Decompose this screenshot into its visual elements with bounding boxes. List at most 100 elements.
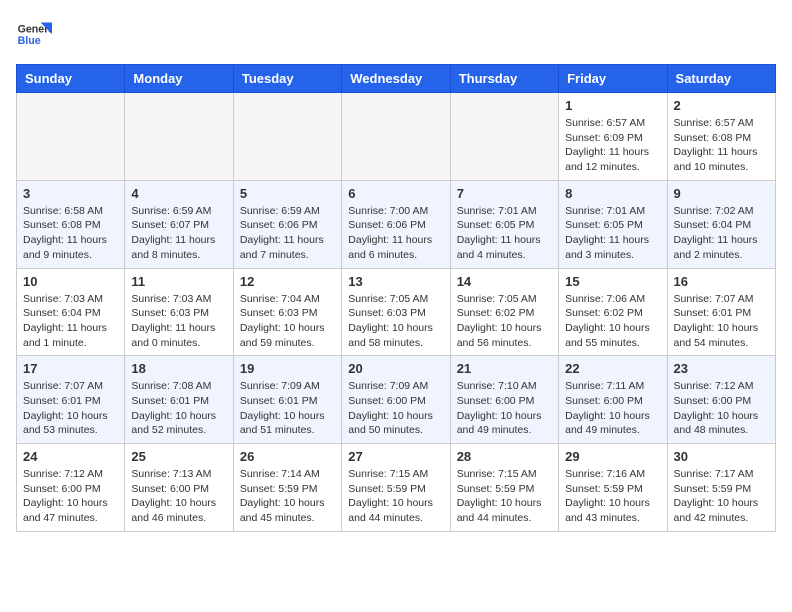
calendar-day-17: 17 Sunrise: 7:07 AMSunset: 6:01 PMDayligh… bbox=[17, 356, 125, 444]
day-number: 16 bbox=[674, 274, 769, 289]
day-info: Sunrise: 7:08 AMSunset: 6:01 PMDaylight:… bbox=[131, 379, 226, 438]
calendar-week-2: 3 Sunrise: 6:58 AMSunset: 6:08 PMDaylight… bbox=[17, 180, 776, 268]
calendar-day-29: 29 Sunrise: 7:16 AMSunset: 5:59 PMDayligh… bbox=[559, 444, 667, 532]
weekday-header-saturday: Saturday bbox=[667, 65, 775, 93]
day-info: Sunrise: 7:04 AMSunset: 6:03 PMDaylight:… bbox=[240, 292, 335, 351]
day-number: 14 bbox=[457, 274, 552, 289]
day-number: 20 bbox=[348, 361, 443, 376]
calendar-empty bbox=[125, 93, 233, 181]
svg-text:Blue: Blue bbox=[18, 35, 41, 47]
calendar-day-20: 20 Sunrise: 7:09 AMSunset: 6:00 PMDayligh… bbox=[342, 356, 450, 444]
weekday-header-tuesday: Tuesday bbox=[233, 65, 341, 93]
page-header: General Blue bbox=[16, 16, 776, 52]
day-info: Sunrise: 7:01 AMSunset: 6:05 PMDaylight:… bbox=[457, 204, 552, 263]
day-info: Sunrise: 7:15 AMSunset: 5:59 PMDaylight:… bbox=[457, 467, 552, 526]
weekday-header-thursday: Thursday bbox=[450, 65, 558, 93]
day-info: Sunrise: 7:02 AMSunset: 6:04 PMDaylight:… bbox=[674, 204, 769, 263]
calendar-day-6: 6 Sunrise: 7:00 AMSunset: 6:06 PMDaylight… bbox=[342, 180, 450, 268]
day-info: Sunrise: 7:06 AMSunset: 6:02 PMDaylight:… bbox=[565, 292, 660, 351]
calendar-day-24: 24Sunrise: 7:12 AMSunset: 6:00 PMDayligh… bbox=[17, 444, 125, 532]
calendar-day-3: 3 Sunrise: 6:58 AMSunset: 6:08 PMDaylight… bbox=[17, 180, 125, 268]
day-number: 10 bbox=[23, 274, 118, 289]
calendar-day-28: 28 Sunrise: 7:15 AMSunset: 5:59 PMDayligh… bbox=[450, 444, 558, 532]
day-number: 5 bbox=[240, 186, 335, 201]
logo: General Blue bbox=[16, 16, 52, 52]
calendar-day-14: 14 Sunrise: 7:05 AMSunset: 6:02 PMDayligh… bbox=[450, 268, 558, 356]
calendar-empty bbox=[342, 93, 450, 181]
day-info: Sunrise: 6:59 AMSunset: 6:06 PMDaylight:… bbox=[240, 204, 335, 263]
day-number: 8 bbox=[565, 186, 660, 201]
day-info: Sunrise: 7:11 AMSunset: 6:00 PMDaylight:… bbox=[565, 379, 660, 438]
day-number: 13 bbox=[348, 274, 443, 289]
calendar-day-10: 10 Sunrise: 7:03 AMSunset: 6:04 PMDayligh… bbox=[17, 268, 125, 356]
weekday-header-friday: Friday bbox=[559, 65, 667, 93]
day-number: 6 bbox=[348, 186, 443, 201]
weekday-header-sunday: Sunday bbox=[17, 65, 125, 93]
calendar-empty bbox=[450, 93, 558, 181]
day-info: Sunrise: 7:09 AMSunset: 6:00 PMDaylight:… bbox=[348, 379, 443, 438]
weekday-header-row: SundayMondayTuesdayWednesdayThursdayFrid… bbox=[17, 65, 776, 93]
calendar-table: SundayMondayTuesdayWednesdayThursdayFrid… bbox=[16, 64, 776, 532]
calendar-day-25: 25 Sunrise: 7:13 AMSunset: 6:00 PMDayligh… bbox=[125, 444, 233, 532]
calendar-day-18: 18 Sunrise: 7:08 AMSunset: 6:01 PMDayligh… bbox=[125, 356, 233, 444]
day-number: 4 bbox=[131, 186, 226, 201]
calendar-day-22: 22 Sunrise: 7:11 AMSunset: 6:00 PMDayligh… bbox=[559, 356, 667, 444]
calendar-week-3: 10 Sunrise: 7:03 AMSunset: 6:04 PMDayligh… bbox=[17, 268, 776, 356]
day-number: 3 bbox=[23, 186, 118, 201]
day-info: Sunrise: 6:57 AMSunset: 6:08 PMDaylight:… bbox=[674, 116, 769, 175]
day-info: Sunrise: 7:05 AMSunset: 6:02 PMDaylight:… bbox=[457, 292, 552, 351]
day-info: Sunrise: 7:16 AMSunset: 5:59 PMDaylight:… bbox=[565, 467, 660, 526]
day-number: 18 bbox=[131, 361, 226, 376]
day-info: Sunrise: 7:07 AMSunset: 6:01 PMDaylight:… bbox=[674, 292, 769, 351]
calendar-day-16: 16 Sunrise: 7:07 AMSunset: 6:01 PMDayligh… bbox=[667, 268, 775, 356]
calendar-day-27: 27Sunrise: 7:15 AMSunset: 5:59 PMDayligh… bbox=[342, 444, 450, 532]
day-number: 17 bbox=[23, 361, 118, 376]
day-number: 28 bbox=[457, 449, 552, 464]
day-number: 29 bbox=[565, 449, 660, 464]
day-info: Sunrise: 7:09 AMSunset: 6:01 PMDaylight:… bbox=[240, 379, 335, 438]
day-number: 25 bbox=[131, 449, 226, 464]
day-info: Sunrise: 7:03 AMSunset: 6:04 PMDaylight:… bbox=[23, 292, 118, 351]
logo-icon: General Blue bbox=[16, 16, 52, 52]
calendar-day-5: 5 Sunrise: 6:59 AMSunset: 6:06 PMDaylight… bbox=[233, 180, 341, 268]
calendar-day-2: 2Sunrise: 6:57 AMSunset: 6:08 PMDaylight… bbox=[667, 93, 775, 181]
day-info: Sunrise: 6:58 AMSunset: 6:08 PMDaylight:… bbox=[23, 204, 118, 263]
day-number: 22 bbox=[565, 361, 660, 376]
day-number: 21 bbox=[457, 361, 552, 376]
day-number: 24 bbox=[23, 449, 118, 464]
calendar-day-11: 11Sunrise: 7:03 AMSunset: 6:03 PMDayligh… bbox=[125, 268, 233, 356]
day-number: 19 bbox=[240, 361, 335, 376]
day-number: 7 bbox=[457, 186, 552, 201]
calendar-day-12: 12 Sunrise: 7:04 AMSunset: 6:03 PMDayligh… bbox=[233, 268, 341, 356]
day-number: 1 bbox=[565, 98, 660, 113]
day-number: 12 bbox=[240, 274, 335, 289]
day-number: 15 bbox=[565, 274, 660, 289]
calendar-day-4: 4 Sunrise: 6:59 AMSunset: 6:07 PMDaylight… bbox=[125, 180, 233, 268]
day-info: Sunrise: 7:13 AMSunset: 6:00 PMDaylight:… bbox=[131, 467, 226, 526]
day-info: Sunrise: 6:59 AMSunset: 6:07 PMDaylight:… bbox=[131, 204, 226, 263]
day-number: 26 bbox=[240, 449, 335, 464]
calendar-week-1: 1Sunrise: 6:57 AMSunset: 6:09 PMDaylight… bbox=[17, 93, 776, 181]
calendar-day-9: 9 Sunrise: 7:02 AMSunset: 6:04 PMDaylight… bbox=[667, 180, 775, 268]
calendar-day-15: 15 Sunrise: 7:06 AMSunset: 6:02 PMDayligh… bbox=[559, 268, 667, 356]
day-info: Sunrise: 7:10 AMSunset: 6:00 PMDaylight:… bbox=[457, 379, 552, 438]
calendar-day-13: 13Sunrise: 7:05 AMSunset: 6:03 PMDayligh… bbox=[342, 268, 450, 356]
calendar-day-26: 26Sunrise: 7:14 AMSunset: 5:59 PMDayligh… bbox=[233, 444, 341, 532]
day-number: 9 bbox=[674, 186, 769, 201]
calendar-day-1: 1Sunrise: 6:57 AMSunset: 6:09 PMDaylight… bbox=[559, 93, 667, 181]
weekday-header-wednesday: Wednesday bbox=[342, 65, 450, 93]
day-number: 30 bbox=[674, 449, 769, 464]
calendar-week-5: 24Sunrise: 7:12 AMSunset: 6:00 PMDayligh… bbox=[17, 444, 776, 532]
day-info: Sunrise: 7:00 AMSunset: 6:06 PMDaylight:… bbox=[348, 204, 443, 263]
calendar-day-30: 30Sunrise: 7:17 AMSunset: 5:59 PMDayligh… bbox=[667, 444, 775, 532]
day-info: Sunrise: 7:03 AMSunset: 6:03 PMDaylight:… bbox=[131, 292, 226, 351]
weekday-header-monday: Monday bbox=[125, 65, 233, 93]
calendar-week-4: 17 Sunrise: 7:07 AMSunset: 6:01 PMDayligh… bbox=[17, 356, 776, 444]
day-number: 23 bbox=[674, 361, 769, 376]
calendar-empty bbox=[233, 93, 341, 181]
calendar-empty bbox=[17, 93, 125, 181]
day-info: Sunrise: 7:07 AMSunset: 6:01 PMDaylight:… bbox=[23, 379, 118, 438]
calendar-day-21: 21 Sunrise: 7:10 AMSunset: 6:00 PMDayligh… bbox=[450, 356, 558, 444]
calendar-day-23: 23Sunrise: 7:12 AMSunset: 6:00 PMDayligh… bbox=[667, 356, 775, 444]
calendar-day-19: 19 Sunrise: 7:09 AMSunset: 6:01 PMDayligh… bbox=[233, 356, 341, 444]
